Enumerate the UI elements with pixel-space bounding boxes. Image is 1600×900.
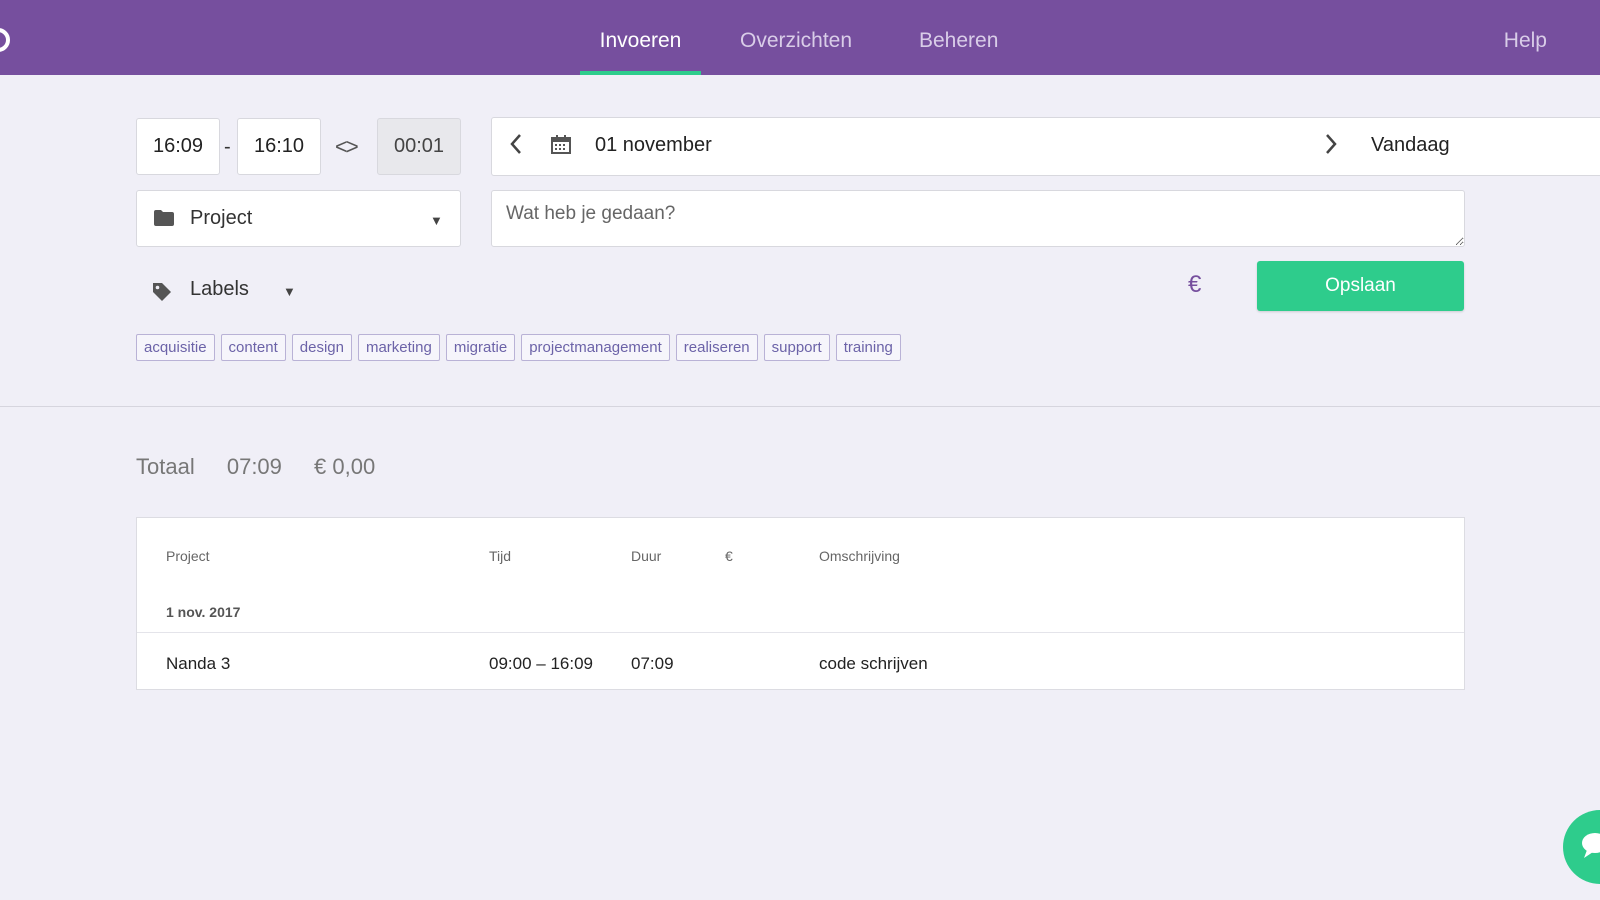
tag-marketing[interactable]: marketing — [357, 334, 440, 361]
tag-list: acquisitie content design marketing migr… — [136, 334, 901, 361]
project-select-label: Project — [190, 207, 253, 229]
euro-icon[interactable]: € — [1188, 271, 1201, 299]
folder-icon — [154, 210, 174, 226]
caret-down-icon: ▼ — [430, 213, 443, 228]
description-input[interactable] — [491, 190, 1465, 247]
column-header-amount: € — [725, 548, 733, 564]
tag-content[interactable]: content — [220, 334, 286, 361]
totals-summary: Totaal 07:09 € 0,00 — [136, 454, 401, 480]
column-header-description: Omschrijving — [819, 548, 900, 564]
group-date-header: 1 nov. 2017 — [166, 604, 241, 620]
active-tab-indicator — [580, 71, 701, 75]
tag-design[interactable]: design — [291, 334, 352, 361]
chevron-left-icon[interactable] — [509, 131, 523, 162]
tag-support[interactable]: support — [763, 334, 830, 361]
tab-invoeren-label: Invoeren — [599, 29, 682, 52]
cell-project: Nanda 3 — [166, 654, 231, 673]
tag-migratie[interactable]: migratie — [445, 334, 516, 361]
save-button[interactable]: Opslaan — [1257, 261, 1464, 311]
tab-invoeren[interactable]: Invoeren — [580, 0, 701, 75]
duration-input[interactable]: 00:01 — [377, 118, 461, 175]
chat-icon — [1579, 830, 1600, 860]
tag-training[interactable]: training — [835, 334, 901, 361]
tab-overzichten[interactable]: Overzichten — [740, 0, 852, 75]
entries-table: Project Tijd Duur € Omschrijving 1 nov. … — [136, 517, 1465, 690]
tag-projectmanagement[interactable]: projectmanagement — [521, 334, 670, 361]
end-time-input[interactable]: 16:10 — [237, 118, 321, 175]
caret-down-icon: ▼ — [283, 284, 296, 299]
tag-realiseren[interactable]: realiseren — [675, 334, 758, 361]
totals-label: Totaal — [136, 454, 195, 479]
column-header-time: Tijd — [489, 548, 512, 564]
calendar-icon[interactable] — [551, 135, 571, 154]
chat-button[interactable] — [1563, 810, 1600, 884]
cell-duration: 07:09 — [631, 654, 674, 673]
help-link[interactable]: Help — [1504, 0, 1547, 75]
table-row[interactable] — [137, 633, 1464, 690]
logo-icon[interactable] — [0, 28, 10, 52]
labels-label: Labels — [190, 278, 249, 300]
date-value[interactable]: 01 november — [595, 134, 712, 157]
project-select[interactable] — [136, 190, 461, 247]
chevron-right-icon[interactable] — [1324, 131, 1338, 162]
swap-icon[interactable]: <> — [335, 134, 359, 160]
column-header-duration: Duur — [631, 548, 662, 564]
top-navbar: Invoeren Overzichten Beheren Help — [0, 0, 1600, 75]
section-divider — [0, 406, 1600, 407]
start-time-input[interactable]: 16:09 — [136, 118, 220, 175]
today-button[interactable]: Vandaag — [1371, 134, 1450, 157]
tab-beheren[interactable]: Beheren — [919, 0, 998, 75]
time-separator: - — [224, 136, 231, 158]
cell-description: code schrijven — [819, 654, 928, 673]
column-header-project: Project — [166, 548, 210, 564]
cell-time: 09:00 – 16:09 — [489, 654, 593, 673]
totals-amount: € 0,00 — [314, 454, 376, 479]
totals-time: 07:09 — [226, 454, 282, 479]
tag-acquisitie[interactable]: acquisitie — [136, 334, 215, 361]
tag-icon — [152, 282, 172, 302]
